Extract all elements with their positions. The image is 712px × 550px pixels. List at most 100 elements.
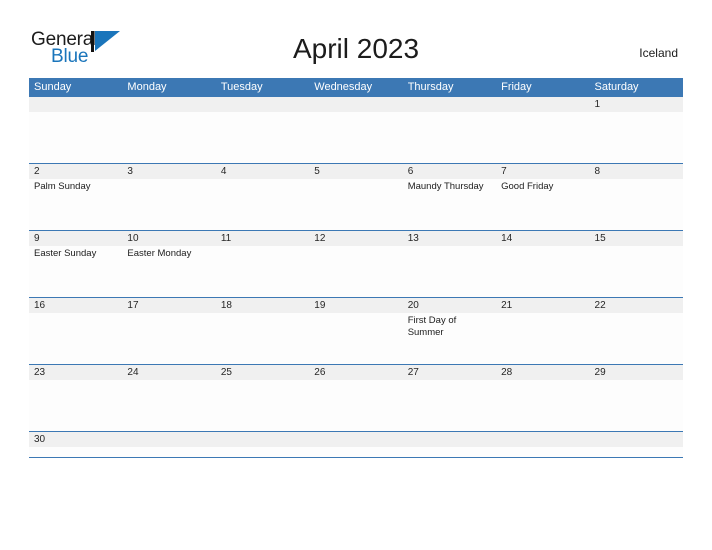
calendar-day-cell[interactable]: 17 [122, 298, 216, 364]
calendar-week-inner: 9 Easter Sunday 10 Easter Monday 11 12 13 14 15 [29, 231, 683, 297]
calendar-day-number: 26 [309, 365, 403, 380]
calendar-day-number [122, 432, 216, 447]
calendar-day-cell[interactable]: 16 [29, 298, 123, 364]
calendar-day-cell[interactable]: 2 Palm Sunday [29, 164, 123, 230]
calendar-day-cell-empty [122, 432, 216, 457]
calendar-day-events [309, 112, 402, 114]
calendar-day-number: 17 [122, 298, 216, 313]
calendar-event: Easter Monday [127, 248, 192, 259]
calendar-week-inner: 16 17 18 19 20 First Day of Summer 21 22 [29, 298, 683, 364]
calendar-day-number: 11 [215, 231, 310, 246]
calendar-day-number: 19 [309, 298, 403, 313]
calendar-day-events [590, 179, 683, 181]
calendar-page: General Blue April 2023 Iceland Sunday M… [0, 0, 712, 550]
weekday-header-wednesday: Wednesday [314, 81, 373, 93]
calendar-event: Maundy Thursday [407, 181, 484, 192]
calendar-day-number [309, 432, 403, 447]
calendar-day-events [29, 112, 122, 114]
calendar-day-events: First Day of Summer [403, 313, 496, 338]
calendar-day-events [496, 313, 589, 315]
calendar-day-events [590, 313, 683, 315]
calendar-day-cell[interactable]: 10 Easter Monday [122, 231, 216, 297]
calendar-day-number: 22 [589, 298, 683, 313]
calendar-day-number: 29 [589, 365, 683, 380]
calendar-day-cell[interactable]: 5 [309, 164, 403, 230]
calendar-day-number: 5 [309, 164, 403, 179]
calendar-day-cell[interactable]: 22 [589, 298, 683, 364]
calendar-day-events [122, 380, 215, 382]
calendar-day-number: 8 [589, 164, 683, 179]
calendar-day-cell[interactable]: 11 [215, 231, 310, 297]
calendar-day-cell[interactable]: 7 Good Friday [496, 164, 590, 230]
calendar-day-events: Easter Monday [122, 246, 215, 260]
calendar-day-cell[interactable]: 8 [589, 164, 683, 230]
calendar-week-row: 23 24 25 26 27 28 29 [29, 364, 683, 432]
calendar-day-number: 20 [402, 298, 497, 313]
calendar-day-cell-empty [496, 432, 590, 457]
calendar-day-events [216, 112, 309, 114]
calendar-day-cell[interactable]: 21 [496, 298, 590, 364]
calendar-day-cell[interactable]: 15 [589, 231, 683, 297]
calendar-day-number: 25 [215, 365, 310, 380]
weekday-header-row: Sunday Monday Tuesday Wednesday Thursday… [29, 78, 683, 97]
weekday-header-friday: Friday [501, 81, 532, 93]
calendar-day-number [215, 97, 310, 112]
calendar-day-events [122, 179, 215, 181]
calendar-day-cell[interactable]: 12 [309, 231, 403, 297]
calendar-day-events [496, 112, 589, 114]
calendar-week-row: 30 [29, 431, 683, 458]
calendar-day-number [589, 432, 683, 447]
calendar-day-cell[interactable]: 4 [215, 164, 310, 230]
calendar-day-cell[interactable]: 3 [122, 164, 216, 230]
calendar-day-cell[interactable]: 6 Maundy Thursday [402, 164, 497, 230]
weekday-header-saturday: Saturday [594, 81, 639, 93]
calendar-day-events [29, 380, 122, 382]
calendar-day-events: Palm Sunday [29, 179, 122, 193]
calendar-day-cell[interactable]: 9 Easter Sunday [29, 231, 123, 297]
calendar-day-events [122, 447, 215, 449]
calendar-day-events [216, 179, 309, 181]
calendar-day-cell[interactable]: 13 [402, 231, 497, 297]
calendar-day-cell[interactable]: 23 [29, 365, 123, 431]
calendar-day-events [309, 246, 402, 248]
calendar-grid: Sunday Monday Tuesday Wednesday Thursday… [29, 78, 683, 458]
calendar-day-cell-empty [309, 432, 403, 457]
calendar-day-events [29, 313, 122, 315]
calendar-day-number: 21 [496, 298, 590, 313]
calendar-day-cell[interactable]: 25 [215, 365, 310, 431]
calendar-week-row: 16 17 18 19 20 First Day of Summer 21 22 [29, 297, 683, 365]
calendar-event: Easter Sunday [34, 248, 97, 259]
calendar-day-cell[interactable]: 24 [122, 365, 216, 431]
calendar-day-cell[interactable]: 18 [215, 298, 310, 364]
calendar-day-events [403, 246, 496, 248]
calendar-event: First Day of Summer [407, 315, 457, 338]
calendar-day-events: Maundy Thursday [403, 179, 496, 193]
calendar-day-cell[interactable]: 30 [29, 432, 123, 457]
calendar-day-events: Easter Sunday [29, 246, 122, 260]
calendar-day-events [496, 380, 589, 382]
calendar-day-number [496, 432, 590, 447]
calendar-day-events [590, 246, 683, 248]
calendar-day-cell[interactable]: 29 [589, 365, 683, 431]
calendar-day-number: 16 [29, 298, 123, 313]
calendar-day-cell[interactable]: 14 [496, 231, 590, 297]
calendar-day-cell[interactable]: 26 [309, 365, 403, 431]
calendar-day-cell[interactable]: 1 [589, 97, 683, 163]
calendar-day-number: 15 [589, 231, 683, 246]
calendar-day-events [122, 313, 215, 315]
calendar-day-number [122, 97, 216, 112]
calendar-day-events [309, 313, 402, 315]
page-header: General Blue April 2023 Iceland [0, 0, 712, 78]
calendar-day-cell[interactable]: 28 [496, 365, 590, 431]
calendar-day-cell[interactable]: 19 [309, 298, 403, 364]
calendar-day-events [216, 447, 309, 449]
calendar-week-inner: 23 24 25 26 27 28 29 [29, 365, 683, 431]
calendar-day-events [403, 112, 496, 114]
calendar-day-events [496, 447, 589, 449]
calendar-day-events [309, 179, 402, 181]
calendar-day-cell[interactable]: 27 [402, 365, 497, 431]
calendar-day-cell[interactable]: 20 First Day of Summer [402, 298, 497, 364]
page-title: April 2023 [292, 33, 420, 64]
calendar-day-number: 4 [215, 164, 310, 179]
calendar-day-cell-empty [402, 432, 497, 457]
